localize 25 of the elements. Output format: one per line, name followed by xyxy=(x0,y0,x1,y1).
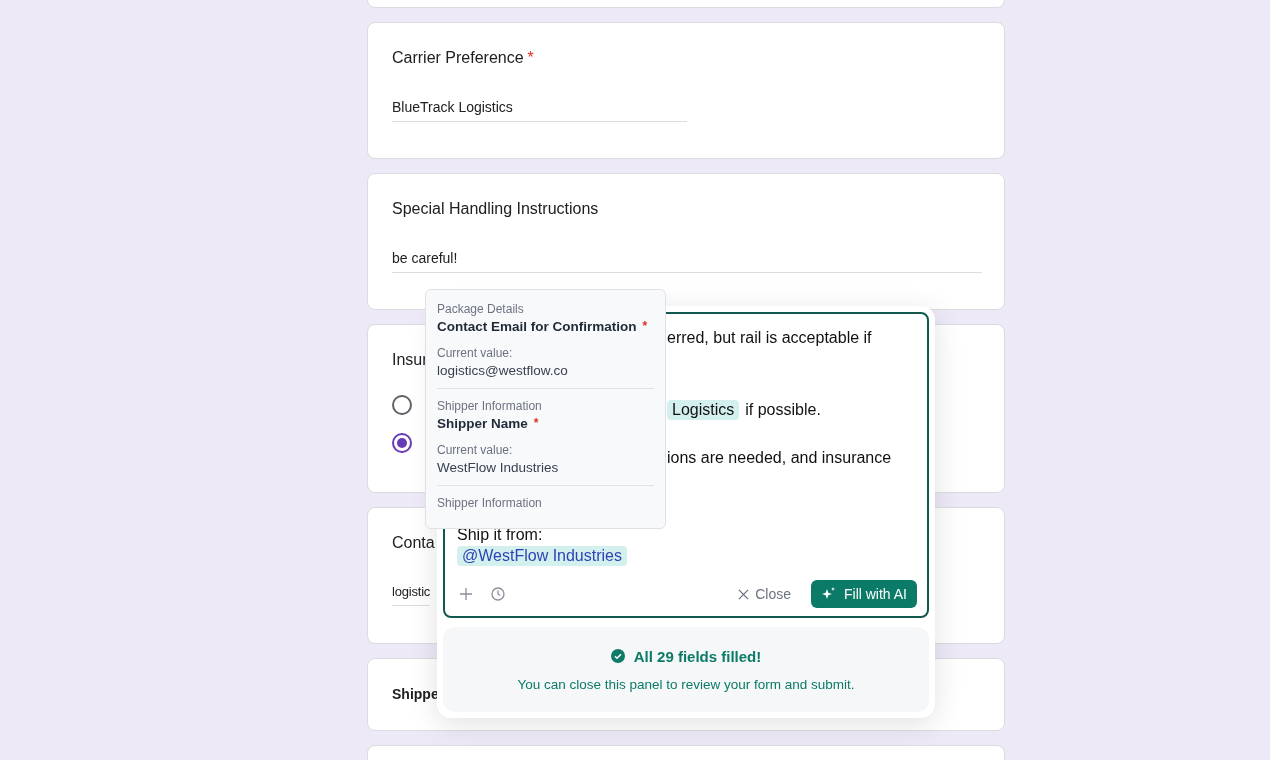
section-title: Shippe xyxy=(392,686,439,702)
field-chip: Logistics xyxy=(667,400,740,420)
prompt-text: erred, but rail is acceptable if xyxy=(667,329,872,347)
question-label: Conta xyxy=(392,534,435,552)
required-mark: * xyxy=(533,416,539,431)
question-label: Insur xyxy=(392,351,428,369)
required-mark: * xyxy=(642,319,648,334)
required-mark: * xyxy=(527,49,534,67)
close-button[interactable]: Close xyxy=(732,582,797,606)
check-circle-icon xyxy=(610,649,625,663)
question-label: Carrier Preference xyxy=(392,49,524,67)
radio-button[interactable] xyxy=(392,433,412,453)
prompt-text: ions are needed, and insurance xyxy=(667,449,892,467)
mention-chip: @WestFlow Industries xyxy=(457,546,627,566)
close-icon xyxy=(738,588,750,600)
question-label: Special Handling Instructions xyxy=(392,200,599,218)
answer-field[interactable]: BlueTrack Logistics xyxy=(392,99,687,122)
answer-field[interactable]: logistic xyxy=(392,584,431,606)
radio-button[interactable] xyxy=(392,395,412,415)
status-title: All 29 fields filled! xyxy=(633,647,762,665)
clock-icon[interactable] xyxy=(489,587,507,601)
status-text: You can close this panel to review your form and submit. xyxy=(517,676,855,692)
prompt-text: if possible. xyxy=(745,401,821,419)
fill-with-ai-button[interactable]: Fill with AI xyxy=(811,580,917,608)
answer-field[interactable]: be careful! xyxy=(392,250,982,273)
